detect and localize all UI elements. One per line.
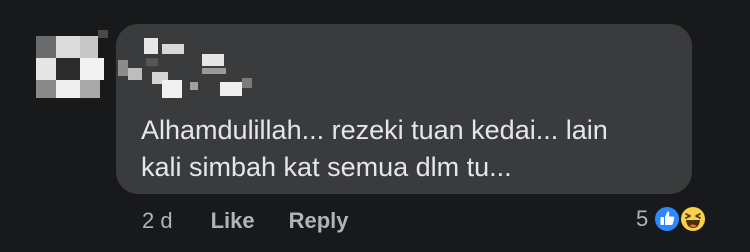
comment-timestamp[interactable]: 2 d [142,208,173,234]
comment-actions: 2 d Like Reply [142,203,349,239]
comment-bubble: Alhamdulillah... rezeki tuan kedai... la… [116,24,692,194]
haha-reaction-icon [678,204,708,234]
comment-text: Alhamdulillah... rezeki tuan kedai... la… [141,112,681,186]
avatar[interactable] [36,30,108,102]
reply-button[interactable]: Reply [289,208,349,234]
reaction-count: 5 [636,206,649,231]
commenter-name[interactable] [116,24,316,114]
like-button[interactable]: Like [211,208,255,234]
reaction-summary[interactable]: 5 [636,200,708,238]
comment-line: kali simbah kat semua dlm tu... [141,152,512,182]
comment-line: Alhamdulillah... rezeki tuan kedai... la… [141,115,608,145]
